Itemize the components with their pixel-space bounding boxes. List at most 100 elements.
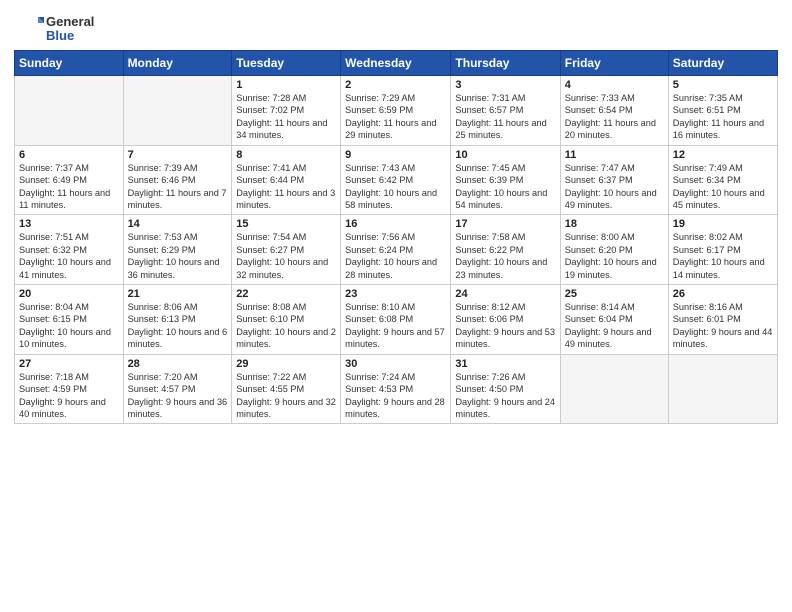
logo-blue-text: Blue [46,29,94,43]
day-number: 4 [565,79,664,91]
calendar-day-cell [668,354,777,424]
logo-svg [14,14,44,44]
calendar-day-cell: 23Sunrise: 8:10 AM Sunset: 6:08 PM Dayli… [341,285,451,355]
day-info: Sunrise: 7:31 AM Sunset: 6:57 PM Dayligh… [455,92,555,142]
day-number: 2 [345,79,446,91]
calendar-day-cell: 16Sunrise: 7:56 AM Sunset: 6:24 PM Dayli… [341,215,451,285]
day-number: 13 [19,218,119,230]
calendar-day-cell [560,354,668,424]
calendar-day-cell: 12Sunrise: 7:49 AM Sunset: 6:34 PM Dayli… [668,145,777,215]
calendar-day-cell: 30Sunrise: 7:24 AM Sunset: 4:53 PM Dayli… [341,354,451,424]
day-info: Sunrise: 7:51 AM Sunset: 6:32 PM Dayligh… [19,231,119,281]
calendar-day-cell: 6Sunrise: 7:37 AM Sunset: 6:49 PM Daylig… [15,145,124,215]
calendar-day-header: Tuesday [232,51,341,76]
day-info: Sunrise: 7:18 AM Sunset: 4:59 PM Dayligh… [19,371,119,421]
calendar-header-row: SundayMondayTuesdayWednesdayThursdayFrid… [15,51,778,76]
calendar-week-row: 27Sunrise: 7:18 AM Sunset: 4:59 PM Dayli… [15,354,778,424]
day-info: Sunrise: 8:16 AM Sunset: 6:01 PM Dayligh… [673,301,773,351]
calendar-day-cell: 7Sunrise: 7:39 AM Sunset: 6:46 PM Daylig… [123,145,232,215]
day-info: Sunrise: 7:41 AM Sunset: 6:44 PM Dayligh… [236,162,336,212]
calendar-day-header: Saturday [668,51,777,76]
day-number: 23 [345,288,446,300]
calendar-day-cell: 22Sunrise: 8:08 AM Sunset: 6:10 PM Dayli… [232,285,341,355]
day-number: 19 [673,218,773,230]
day-info: Sunrise: 7:28 AM Sunset: 7:02 PM Dayligh… [236,92,336,142]
calendar-day-cell: 1Sunrise: 7:28 AM Sunset: 7:02 PM Daylig… [232,76,341,146]
day-number: 18 [565,218,664,230]
day-info: Sunrise: 8:00 AM Sunset: 6:20 PM Dayligh… [565,231,664,281]
day-info: Sunrise: 7:24 AM Sunset: 4:53 PM Dayligh… [345,371,446,421]
calendar-week-row: 20Sunrise: 8:04 AM Sunset: 6:15 PM Dayli… [15,285,778,355]
logo-wordmark: General Blue [46,15,94,44]
day-info: Sunrise: 7:53 AM Sunset: 6:29 PM Dayligh… [128,231,228,281]
calendar-table: SundayMondayTuesdayWednesdayThursdayFrid… [14,50,778,424]
calendar-day-cell: 9Sunrise: 7:43 AM Sunset: 6:42 PM Daylig… [341,145,451,215]
day-info: Sunrise: 7:58 AM Sunset: 6:22 PM Dayligh… [455,231,555,281]
calendar-day-cell: 29Sunrise: 7:22 AM Sunset: 4:55 PM Dayli… [232,354,341,424]
day-info: Sunrise: 8:12 AM Sunset: 6:06 PM Dayligh… [455,301,555,351]
calendar-day-cell: 25Sunrise: 8:14 AM Sunset: 6:04 PM Dayli… [560,285,668,355]
calendar-day-cell: 10Sunrise: 7:45 AM Sunset: 6:39 PM Dayli… [451,145,560,215]
day-info: Sunrise: 7:47 AM Sunset: 6:37 PM Dayligh… [565,162,664,212]
header: General Blue [14,10,778,44]
day-number: 15 [236,218,336,230]
day-number: 17 [455,218,555,230]
calendar-week-row: 6Sunrise: 7:37 AM Sunset: 6:49 PM Daylig… [15,145,778,215]
day-info: Sunrise: 7:54 AM Sunset: 6:27 PM Dayligh… [236,231,336,281]
day-number: 8 [236,149,336,161]
calendar-day-cell: 11Sunrise: 7:47 AM Sunset: 6:37 PM Dayli… [560,145,668,215]
day-info: Sunrise: 7:37 AM Sunset: 6:49 PM Dayligh… [19,162,119,212]
calendar-day-cell [15,76,124,146]
calendar-day-header: Thursday [451,51,560,76]
calendar-day-cell: 18Sunrise: 8:00 AM Sunset: 6:20 PM Dayli… [560,215,668,285]
calendar-day-cell: 21Sunrise: 8:06 AM Sunset: 6:13 PM Dayli… [123,285,232,355]
calendar-day-cell: 31Sunrise: 7:26 AM Sunset: 4:50 PM Dayli… [451,354,560,424]
calendar-day-header: Sunday [15,51,124,76]
calendar-day-cell: 20Sunrise: 8:04 AM Sunset: 6:15 PM Dayli… [15,285,124,355]
day-info: Sunrise: 8:06 AM Sunset: 6:13 PM Dayligh… [128,301,228,351]
calendar-day-cell: 3Sunrise: 7:31 AM Sunset: 6:57 PM Daylig… [451,76,560,146]
day-number: 1 [236,79,336,91]
day-number: 5 [673,79,773,91]
day-number: 25 [565,288,664,300]
day-info: Sunrise: 7:26 AM Sunset: 4:50 PM Dayligh… [455,371,555,421]
day-info: Sunrise: 8:14 AM Sunset: 6:04 PM Dayligh… [565,301,664,351]
day-number: 14 [128,218,228,230]
day-number: 3 [455,79,555,91]
day-info: Sunrise: 7:56 AM Sunset: 6:24 PM Dayligh… [345,231,446,281]
day-info: Sunrise: 7:33 AM Sunset: 6:54 PM Dayligh… [565,92,664,142]
calendar-day-cell: 27Sunrise: 7:18 AM Sunset: 4:59 PM Dayli… [15,354,124,424]
day-number: 29 [236,358,336,370]
calendar-week-row: 13Sunrise: 7:51 AM Sunset: 6:32 PM Dayli… [15,215,778,285]
day-number: 12 [673,149,773,161]
calendar-day-cell: 28Sunrise: 7:20 AM Sunset: 4:57 PM Dayli… [123,354,232,424]
calendar-day-cell: 17Sunrise: 7:58 AM Sunset: 6:22 PM Dayli… [451,215,560,285]
calendar-day-cell: 13Sunrise: 7:51 AM Sunset: 6:32 PM Dayli… [15,215,124,285]
day-info: Sunrise: 7:45 AM Sunset: 6:39 PM Dayligh… [455,162,555,212]
day-info: Sunrise: 7:39 AM Sunset: 6:46 PM Dayligh… [128,162,228,212]
calendar-day-cell: 24Sunrise: 8:12 AM Sunset: 6:06 PM Dayli… [451,285,560,355]
day-number: 28 [128,358,228,370]
calendar-day-cell: 2Sunrise: 7:29 AM Sunset: 6:59 PM Daylig… [341,76,451,146]
day-number: 26 [673,288,773,300]
day-info: Sunrise: 8:02 AM Sunset: 6:17 PM Dayligh… [673,231,773,281]
calendar-day-cell: 5Sunrise: 7:35 AM Sunset: 6:51 PM Daylig… [668,76,777,146]
calendar-day-cell [123,76,232,146]
day-number: 10 [455,149,555,161]
day-number: 20 [19,288,119,300]
calendar-day-cell: 14Sunrise: 7:53 AM Sunset: 6:29 PM Dayli… [123,215,232,285]
logo-general-text: General [46,15,94,29]
day-info: Sunrise: 7:20 AM Sunset: 4:57 PM Dayligh… [128,371,228,421]
day-info: Sunrise: 7:35 AM Sunset: 6:51 PM Dayligh… [673,92,773,142]
day-info: Sunrise: 7:29 AM Sunset: 6:59 PM Dayligh… [345,92,446,142]
calendar-day-header: Monday [123,51,232,76]
day-number: 7 [128,149,228,161]
day-info: Sunrise: 8:10 AM Sunset: 6:08 PM Dayligh… [345,301,446,351]
day-info: Sunrise: 7:22 AM Sunset: 4:55 PM Dayligh… [236,371,336,421]
day-number: 6 [19,149,119,161]
calendar-day-cell: 19Sunrise: 8:02 AM Sunset: 6:17 PM Dayli… [668,215,777,285]
day-number: 30 [345,358,446,370]
page: General Blue SundayMondayTuesdayWednesda… [0,0,792,612]
day-number: 24 [455,288,555,300]
day-number: 16 [345,218,446,230]
